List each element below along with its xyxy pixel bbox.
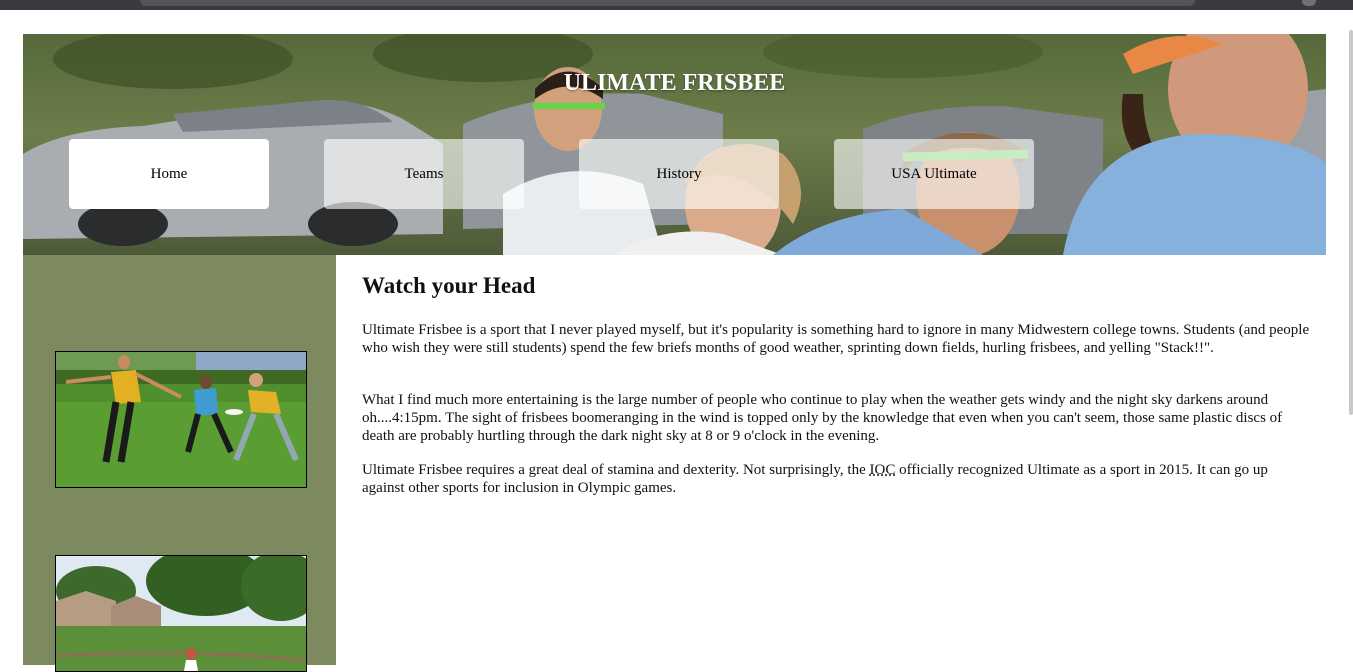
main-content: Watch your Head Ultimate Frisbee is a sp… <box>362 270 1314 496</box>
nav-tab-label: USA Ultimate <box>891 165 977 182</box>
nav-tab-label: Teams <box>404 165 444 182</box>
nav-tab-teams[interactable]: Teams <box>324 139 524 209</box>
profile-icon[interactable] <box>1302 0 1316 6</box>
page-scrollbar[interactable] <box>1349 30 1353 415</box>
nav-tab-label: Home <box>150 165 188 182</box>
header-banner: ULIMATE FRISBEE Home Teams History USA U… <box>23 34 1326 255</box>
article-heading: Watch your Head <box>362 273 536 298</box>
browser-toolbar <box>0 0 1353 10</box>
article-paragraph-3-start: Ultimate Frisbee requires a great deal o… <box>362 462 870 478</box>
sidebar-photo-field <box>55 555 307 672</box>
nav-tab-history[interactable]: History <box>579 139 779 209</box>
article-paragraph-2: What I find much more entertaining is th… <box>362 392 1283 444</box>
nav-tab-usa-ultimate[interactable]: USA Ultimate <box>834 139 1034 209</box>
sidebar-photo-players <box>55 351 307 488</box>
ioc-abbreviation[interactable]: IOC <box>870 462 896 478</box>
article-paragraph-3: Ultimate Frisbee requires a great deal o… <box>362 461 1314 497</box>
sidebar <box>23 255 336 672</box>
nav-tab-home[interactable]: Home <box>69 139 269 209</box>
address-bar[interactable] <box>140 0 1195 6</box>
article-paragraph-1: Ultimate Frisbee is a sport that I never… <box>362 322 1310 356</box>
site-title: ULIMATE FRISBEE <box>563 70 786 96</box>
nav-tab-label: History <box>656 165 702 182</box>
